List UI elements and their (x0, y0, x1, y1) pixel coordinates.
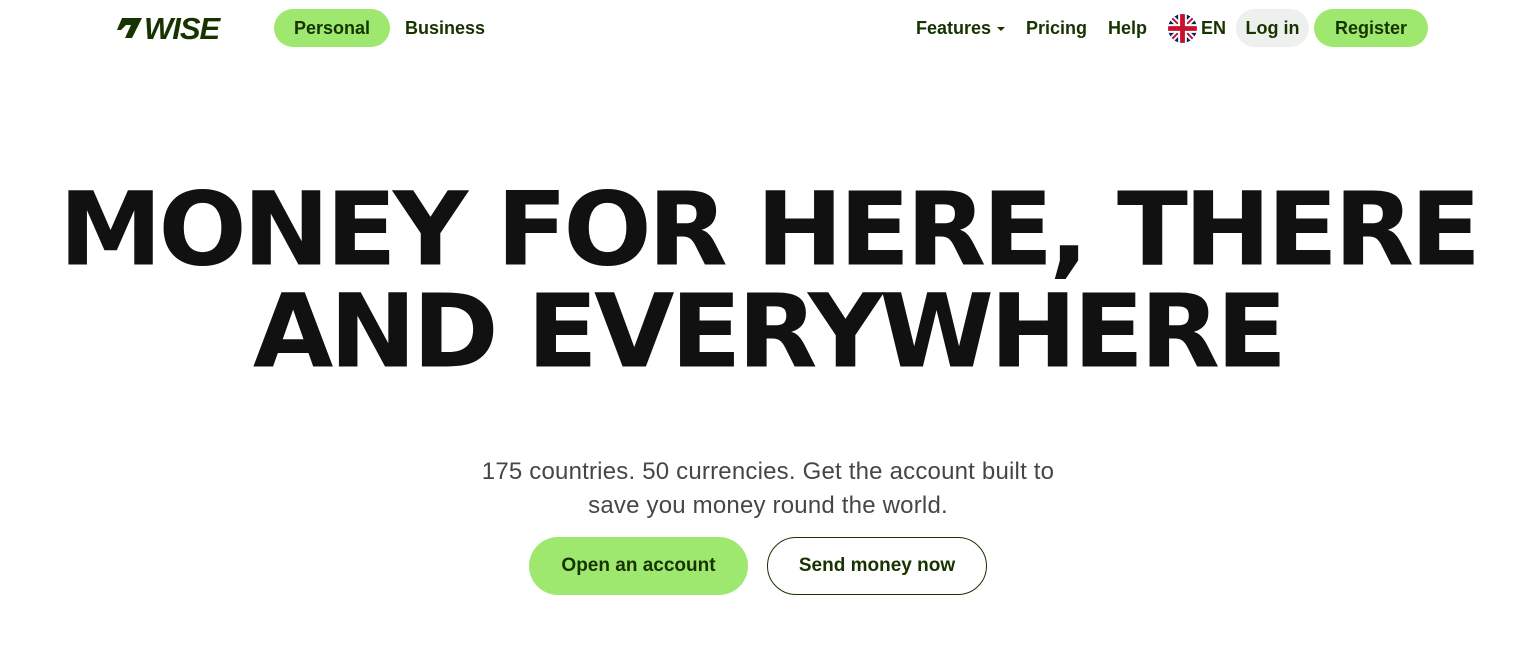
open-account-button[interactable]: Open an account (529, 537, 748, 595)
language-selector[interactable]: EN (1168, 9, 1226, 47)
tab-business[interactable]: Business (396, 9, 494, 47)
pricing-link[interactable]: Pricing (1026, 9, 1087, 47)
help-link[interactable]: Help (1108, 9, 1147, 47)
send-money-button[interactable]: Send money now (767, 537, 987, 595)
hero-title: MONEY FOR HERE, THERE AND EVERYWHERE (0, 178, 1536, 382)
uk-flag-icon (1168, 13, 1197, 43)
hero-subtitle: 175 countries. 50 currencies. Get the ac… (0, 455, 1536, 523)
top-navigation: WISE Personal Business Features Pricing … (0, 0, 1536, 56)
login-button[interactable]: Log in (1236, 9, 1309, 47)
wise-flag-icon (117, 18, 142, 38)
page: WISE Personal Business Features Pricing … (0, 0, 1536, 653)
hero-subtitle-line-1: 175 countries. 50 currencies. Get the ac… (481, 458, 1055, 485)
language-label: EN (1201, 17, 1227, 38)
hero-title-line-2: AND EVERYWHERE (252, 271, 1287, 391)
hero-title-line-1: MONEY FOR HERE, THERE (58, 169, 1481, 289)
chevron-down-icon (997, 27, 1006, 31)
features-label: Features (916, 17, 992, 38)
wise-logo[interactable]: WISE (117, 10, 220, 46)
tab-personal[interactable]: Personal (274, 9, 390, 47)
features-menu[interactable]: Features (916, 9, 1006, 47)
register-button[interactable]: Register (1314, 9, 1428, 47)
logo-text: WISE (144, 10, 220, 46)
hero-subtitle-line-2: save you money round the world. (588, 492, 948, 519)
